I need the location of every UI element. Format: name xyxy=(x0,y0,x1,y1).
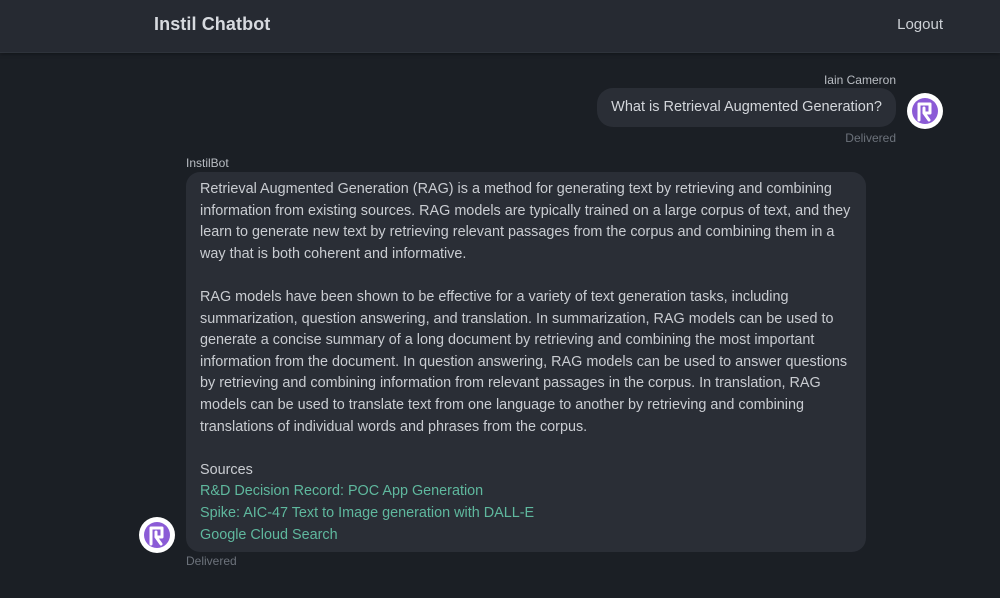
sources-heading: Sources xyxy=(200,461,253,478)
user-message-bubble: What is Retrieval Augmented Generation? xyxy=(597,88,896,127)
app-title: Instil Chatbot xyxy=(154,14,271,34)
bot-paragraph: Retrieval Augmented Generation (RAG) is … xyxy=(200,181,851,262)
source-link[interactable]: Google Cloud Search xyxy=(200,525,852,547)
user-sender-name: Iain Cameron xyxy=(823,73,896,87)
navbar: Instil Chatbot Logout xyxy=(0,0,1000,53)
bot-message-status: Delivered xyxy=(186,554,237,568)
bot-avatar xyxy=(139,517,175,553)
bot-message-bubble: Retrieval Augmented Generation (RAG) is … xyxy=(186,172,866,552)
source-link[interactable]: R&D Decision Record: POC App Generation xyxy=(200,481,852,503)
bot-sender-name: InstilBot xyxy=(186,156,229,170)
instil-logo-icon xyxy=(917,102,932,122)
source-link[interactable]: Spike: AIC-47 Text to Image generation w… xyxy=(200,503,852,525)
bot-paragraph: RAG models have been shown to be effecti… xyxy=(200,288,848,435)
instil-logo-icon xyxy=(149,526,164,546)
logout-button[interactable]: Logout xyxy=(897,16,943,33)
user-avatar xyxy=(907,93,943,129)
user-message-status: Delivered xyxy=(845,131,896,145)
